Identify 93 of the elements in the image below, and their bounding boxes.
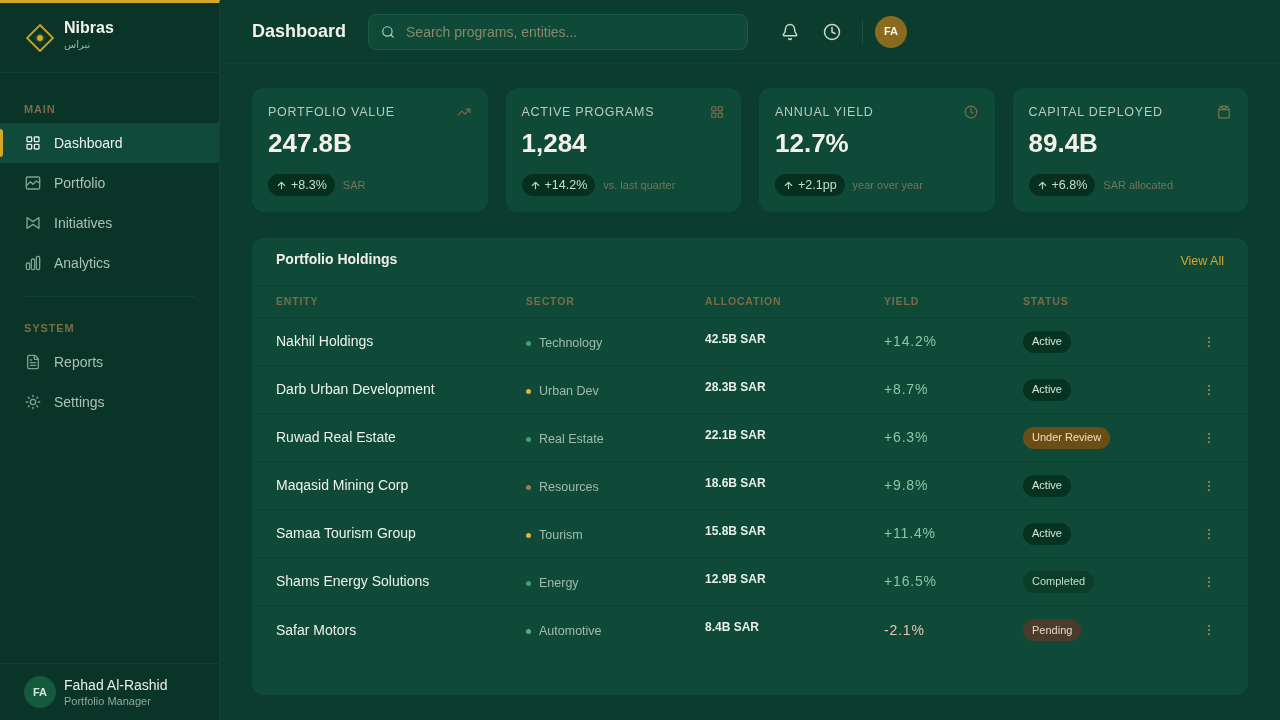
yield-value: +14.2% bbox=[884, 332, 937, 351]
brand-name: Nibras bbox=[64, 18, 114, 38]
status-badge: Active bbox=[1023, 474, 1071, 497]
diamond-logo-icon bbox=[26, 23, 54, 52]
document-icon bbox=[25, 354, 41, 370]
history-button[interactable] bbox=[822, 21, 843, 42]
kpi-label: CAPITAL DEPLOYED bbox=[1028, 104, 1163, 120]
column-header: STATUS bbox=[1023, 293, 1069, 309]
column-header: SECTOR bbox=[526, 293, 575, 309]
sector-label: Resources bbox=[539, 478, 599, 496]
allocation-value: 8.4B SAR bbox=[705, 619, 760, 636]
sun-icon bbox=[25, 394, 41, 410]
nav-section-title: MAIN bbox=[23, 102, 57, 116]
allocation-value: 15.8B SAR bbox=[705, 522, 766, 540]
allocation-value: 28.3B SAR bbox=[705, 378, 766, 396]
yield-value: +9.8% bbox=[884, 476, 929, 495]
kpi-label: ANNUAL YIELD bbox=[775, 104, 874, 120]
page-title: Dashboard bbox=[252, 20, 347, 43]
status-badge: Active bbox=[1023, 330, 1071, 353]
kpi-note: SAR allocated bbox=[1103, 177, 1173, 193]
column-header: ENTITY bbox=[276, 293, 319, 309]
arrow-up-icon bbox=[276, 179, 287, 191]
nav-section-title: SYSTEM bbox=[23, 321, 76, 335]
user-role: Portfolio Manager bbox=[64, 694, 152, 708]
search-icon bbox=[381, 24, 396, 39]
entity-name: Darb Urban Development bbox=[276, 380, 435, 399]
change-value: +8.3% bbox=[291, 176, 327, 194]
column-header: ALLOCATION bbox=[705, 293, 782, 309]
allocation-value: 18.6B SAR bbox=[705, 474, 766, 492]
entity-name: Shams Energy Solutions bbox=[276, 572, 430, 591]
box-icon bbox=[1217, 105, 1231, 119]
arrow-up-icon bbox=[783, 179, 794, 191]
status-badge: Pending bbox=[1023, 619, 1082, 641]
nav-item[interactable]: Initiatives bbox=[0, 203, 219, 243]
yield-value: +16.5% bbox=[884, 572, 937, 591]
sector-label: Automotive bbox=[539, 623, 602, 641]
nav-item[interactable]: Analytics bbox=[0, 243, 219, 283]
sector-label: Energy bbox=[539, 574, 579, 592]
bar-chart-icon bbox=[25, 255, 41, 271]
user-avatar[interactable]: FA bbox=[24, 676, 56, 708]
nav-item[interactable]: Settings bbox=[0, 382, 219, 422]
kpi-label: PORTFOLIO VALUE bbox=[268, 104, 395, 120]
column-header: YIELD bbox=[884, 293, 920, 309]
view-all-link[interactable]: View All bbox=[1180, 252, 1224, 271]
nav-item[interactable]: Reports bbox=[0, 342, 219, 382]
clock-icon bbox=[823, 22, 842, 41]
bowtie-icon bbox=[25, 215, 41, 231]
status-badge: Completed bbox=[1023, 570, 1095, 593]
active-indicator bbox=[0, 129, 3, 157]
change-value: +6.8% bbox=[1051, 176, 1088, 194]
entity-name: Safar Motors bbox=[276, 620, 357, 640]
line-chart-icon bbox=[25, 175, 41, 191]
arrow-up-icon bbox=[529, 179, 541, 191]
change-value: +2.1pp bbox=[798, 176, 837, 194]
allocation-value: 22.1B SAR bbox=[705, 426, 766, 444]
sector-label: Urban Dev bbox=[539, 382, 599, 400]
yield-value: +11.4% bbox=[884, 524, 936, 543]
entity-name: Ruwad Real Estate bbox=[276, 428, 396, 447]
kpi-label: ACTIVE PROGRAMS bbox=[521, 104, 655, 120]
entity-name: Nakhil Holdings bbox=[276, 332, 374, 351]
brand-subtitle: نبراس bbox=[64, 38, 92, 52]
kpi-value: 89.4B bbox=[1028, 128, 1098, 158]
entity-name: Maqasid Mining Corp bbox=[276, 476, 409, 495]
table-title: Portfolio Holdings bbox=[276, 250, 398, 269]
allocation-value: 42.5B SAR bbox=[705, 330, 766, 348]
grid-icon bbox=[710, 105, 724, 119]
yield-value: +6.3% bbox=[884, 428, 929, 447]
kpi-note: vs. last quarter bbox=[603, 177, 676, 193]
user-name: Fahad Al-Rashid bbox=[64, 676, 168, 694]
yield-value: -2.1% bbox=[884, 620, 925, 640]
yield-value: +8.7% bbox=[884, 380, 929, 399]
search-field[interactable]: Search programs, entities... bbox=[368, 13, 749, 50]
kpi-note: SAR bbox=[342, 177, 366, 193]
change-value: +14.2% bbox=[544, 176, 588, 194]
status-badge: Under Review bbox=[1023, 426, 1111, 449]
sector-label: Real Estate bbox=[539, 430, 604, 448]
kpi-value: 12.7% bbox=[775, 128, 849, 158]
status-badge: Active bbox=[1023, 378, 1071, 401]
bell-icon bbox=[781, 22, 800, 41]
nav-item[interactable]: Dashboard bbox=[0, 123, 219, 163]
status-badge: Active bbox=[1023, 522, 1071, 545]
nav-item[interactable]: Portfolio bbox=[0, 163, 219, 203]
kpi-value: 247.8B bbox=[268, 128, 352, 158]
clock-icon bbox=[963, 105, 978, 119]
kpi-note: year over year bbox=[852, 177, 923, 193]
arrow-up-icon bbox=[1036, 179, 1048, 191]
sector-label: Technology bbox=[539, 334, 603, 352]
grid-icon bbox=[25, 135, 41, 151]
entity-name: Samaa Tourism Group bbox=[276, 524, 416, 543]
allocation-value: 12.9B SAR bbox=[705, 570, 766, 588]
sector-label: Tourism bbox=[539, 526, 583, 544]
user-avatar[interactable]: FA bbox=[875, 15, 908, 48]
kpi-value: 1,284 bbox=[521, 128, 587, 158]
